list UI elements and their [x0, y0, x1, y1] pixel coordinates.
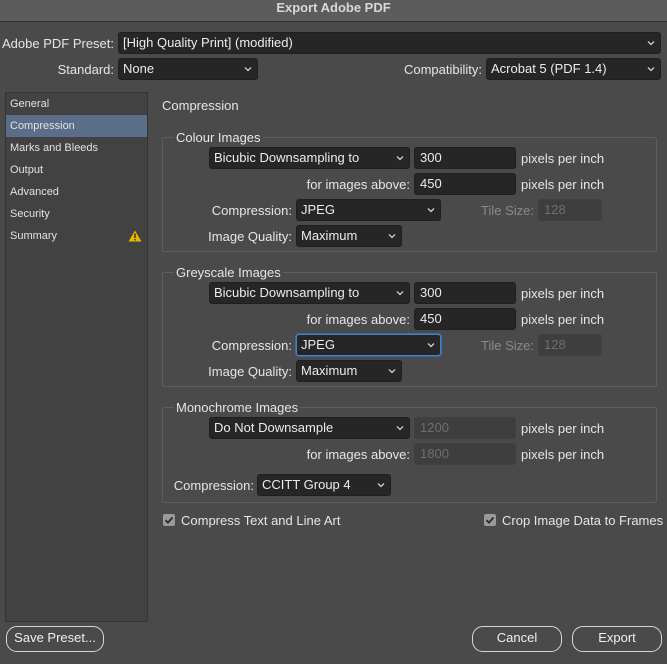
- sidebar-item-label: Output: [10, 164, 44, 176]
- greyscale-compression-value: JPEG: [301, 337, 335, 352]
- sidebar-item-compression[interactable]: Compression: [6, 115, 147, 137]
- monochrome-ppi-unit: pixels per inch: [521, 421, 605, 436]
- monochrome-compression-label: Compression:: [173, 478, 254, 493]
- chevron-down-icon: [244, 65, 252, 73]
- chevron-down-icon: [396, 154, 404, 162]
- sidebar-item-label: Compression: [10, 120, 75, 132]
- monochrome-ppi-input[interactable]: 1200: [414, 417, 516, 439]
- monochrome-downsampling-value: Do Not Downsample: [214, 420, 334, 435]
- checkmark-icon: [485, 516, 495, 524]
- sidebar-item-label: Summary: [10, 230, 58, 242]
- greyscale-quality-dropdown[interactable]: Maximum: [296, 360, 402, 382]
- colour-quality-value: Maximum: [301, 228, 358, 243]
- monochrome-compression-dropdown[interactable]: CCITT Group 4: [257, 474, 391, 496]
- greyscale-tile-label: Tile Size:: [481, 338, 534, 353]
- greyscale-above-label: for images above:: [306, 312, 410, 327]
- colour-ppi-unit: pixels per inch: [521, 151, 605, 166]
- warning-icon: [128, 230, 142, 242]
- standard-label: Standard:: [57, 62, 114, 77]
- greyscale-images-title: Greyscale Images: [174, 265, 283, 280]
- crop-image-label: Crop Image Data to Frames: [502, 513, 664, 528]
- chevron-down-icon: [396, 424, 404, 432]
- greyscale-downsampling-value: Bicubic Downsampling to: [214, 285, 360, 300]
- section-title: Compression: [162, 98, 239, 113]
- chevron-down-icon: [388, 367, 396, 375]
- preset-value: [High Quality Print] (modified): [123, 35, 293, 50]
- colour-compression-label: Compression:: [211, 203, 292, 218]
- colour-tile-label: Tile Size:: [481, 203, 534, 218]
- colour-downsampling-dropdown[interactable]: Bicubic Downsampling to: [209, 147, 410, 169]
- colour-above-input[interactable]: 450: [414, 173, 516, 195]
- greyscale-compression-label: Compression:: [211, 338, 292, 353]
- sidebar-item-output[interactable]: Output: [6, 159, 147, 181]
- greyscale-quality-value: Maximum: [301, 363, 358, 378]
- chevron-down-icon: [427, 341, 435, 349]
- greyscale-quality-label: Image Quality:: [208, 364, 292, 379]
- standard-dropdown[interactable]: None: [118, 58, 258, 80]
- save-preset-button[interactable]: Save Preset...: [6, 626, 104, 652]
- crop-image-checkbox[interactable]: [484, 514, 496, 526]
- sidebar-item-label: Marks and Bleeds: [10, 142, 99, 154]
- chevron-down-icon: [427, 206, 435, 214]
- export-button[interactable]: Export: [572, 626, 662, 652]
- preset-label: Adobe PDF Preset:: [2, 36, 114, 51]
- greyscale-above-unit: pixels per inch: [521, 312, 605, 327]
- compress-text-checkbox[interactable]: [163, 514, 175, 526]
- monochrome-images-title: Monochrome Images: [174, 400, 301, 415]
- colour-compression-dropdown[interactable]: JPEG: [296, 199, 441, 221]
- monochrome-above-label: for images above:: [306, 447, 410, 462]
- greyscale-compression-dropdown[interactable]: JPEG: [296, 334, 441, 356]
- monochrome-compression-value: CCITT Group 4: [262, 477, 351, 492]
- compatibility-label: Compatibility:: [403, 62, 482, 77]
- sidebar-item-marks-and-bleeds[interactable]: Marks and Bleeds: [6, 137, 147, 159]
- sidebar-item-security[interactable]: Security: [6, 203, 147, 225]
- sidebar-item-label: General: [10, 98, 50, 110]
- sidebar-item-label: Security: [10, 208, 50, 220]
- colour-compression-value: JPEG: [301, 202, 335, 217]
- compress-text-label: Compress Text and Line Art: [181, 513, 341, 528]
- monochrome-above-input[interactable]: 1800: [414, 443, 516, 465]
- sidebar-item-general[interactable]: General: [6, 93, 147, 115]
- window-title: Export Adobe PDF: [0, 0, 667, 22]
- cancel-button[interactable]: Cancel: [472, 626, 562, 652]
- checkmark-icon: [164, 516, 174, 524]
- colour-images-title: Colour Images: [174, 130, 263, 145]
- chevron-down-icon: [647, 65, 655, 73]
- colour-ppi-input[interactable]: 300: [414, 147, 516, 169]
- colour-above-label: for images above:: [306, 177, 410, 192]
- chevron-down-icon: [388, 232, 396, 240]
- compatibility-value: Acrobat 5 (PDF 1.4): [491, 61, 607, 76]
- chevron-down-icon: [377, 481, 385, 489]
- standard-value: None: [123, 61, 155, 76]
- sidebar-item-label: Advanced: [10, 186, 59, 198]
- monochrome-above-unit: pixels per inch: [521, 447, 605, 462]
- greyscale-tile-input[interactable]: 128: [538, 334, 602, 356]
- sidebar-item-summary[interactable]: Summary: [6, 225, 147, 247]
- compatibility-dropdown[interactable]: Acrobat 5 (PDF 1.4): [486, 58, 661, 80]
- monochrome-downsampling-dropdown[interactable]: Do Not Downsample: [209, 417, 410, 439]
- chevron-down-icon: [647, 39, 655, 47]
- colour-tile-input[interactable]: 128: [538, 199, 602, 221]
- colour-above-unit: pixels per inch: [521, 177, 605, 192]
- greyscale-above-input[interactable]: 450: [414, 308, 516, 330]
- colour-downsampling-value: Bicubic Downsampling to: [214, 150, 360, 165]
- greyscale-ppi-input[interactable]: 300: [414, 282, 516, 304]
- greyscale-downsampling-dropdown[interactable]: Bicubic Downsampling to: [209, 282, 410, 304]
- sidebar: General Compression Marks and Bleeds Out…: [5, 92, 148, 622]
- greyscale-ppi-unit: pixels per inch: [521, 286, 605, 301]
- preset-dropdown[interactable]: [High Quality Print] (modified): [118, 32, 661, 54]
- colour-quality-dropdown[interactable]: Maximum: [296, 225, 402, 247]
- chevron-down-icon: [396, 289, 404, 297]
- sidebar-item-advanced[interactable]: Advanced: [6, 181, 147, 203]
- colour-quality-label: Image Quality:: [208, 229, 292, 244]
